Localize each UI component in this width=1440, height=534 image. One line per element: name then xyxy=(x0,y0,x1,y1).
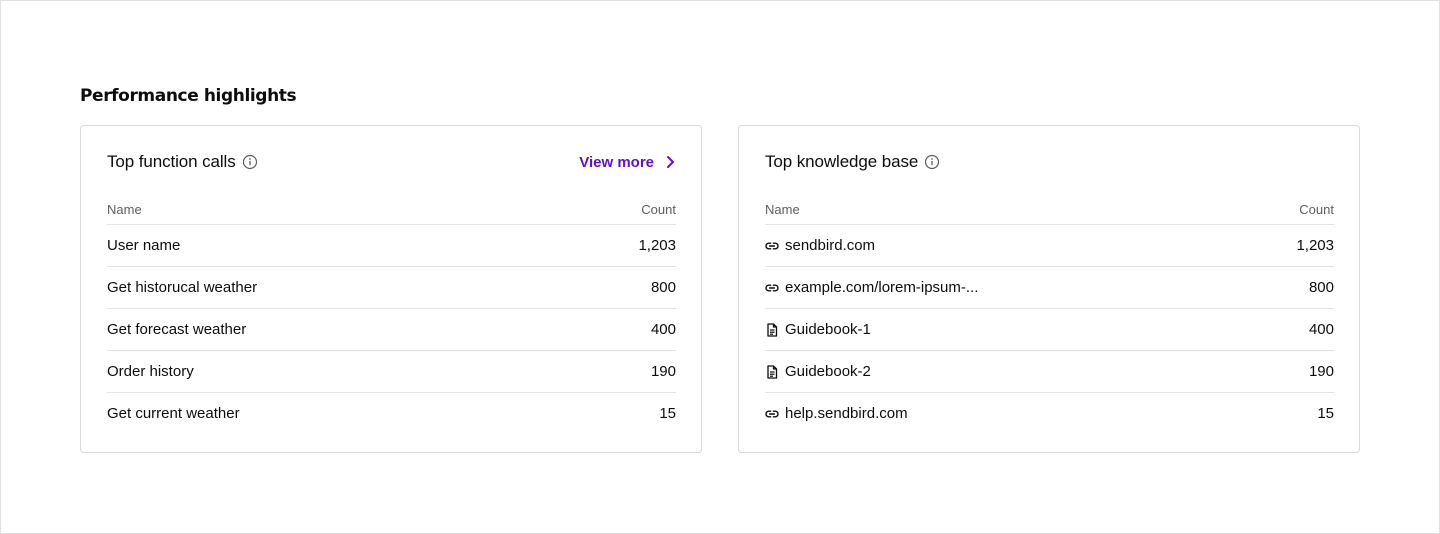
function-calls-table: Name Count User name 1,203 Get historuca… xyxy=(107,194,676,434)
card-title-wrap: Top function calls xyxy=(107,152,258,172)
row-count: 190 xyxy=(650,363,676,380)
table-row: Get historucal weather 800 xyxy=(107,267,676,309)
link-icon xyxy=(764,280,780,296)
table-header: Name Count xyxy=(765,194,1334,225)
section-title: Performance highlights xyxy=(80,86,297,106)
table-row: Guidebook-2 190 xyxy=(765,351,1334,393)
card-title: Top knowledge base xyxy=(765,152,919,171)
column-header-name: Name xyxy=(765,201,800,217)
row-name: Order history xyxy=(107,363,194,380)
row-count: 15 xyxy=(1317,405,1334,422)
info-icon[interactable] xyxy=(242,154,258,170)
view-more-label: View more xyxy=(579,153,654,171)
row-count: 800 xyxy=(650,279,676,296)
table-row: sendbird.com 1,203 xyxy=(765,225,1334,267)
row-count: 800 xyxy=(1308,279,1334,296)
table-row: example.com/lorem-ipsum-... 800 xyxy=(765,267,1334,309)
knowledge-base-table: Name Count sendbird.com 1,203 example.co… xyxy=(765,194,1334,434)
column-header-count: Count xyxy=(1299,201,1334,217)
table-row: User name 1,203 xyxy=(107,225,676,267)
table-row: Guidebook-1 400 xyxy=(765,309,1334,351)
top-knowledge-base-card: Top knowledge base Name Count sendbird.c… xyxy=(738,125,1360,453)
row-count: 1,203 xyxy=(638,237,676,254)
table-header: Name Count xyxy=(107,194,676,225)
link-icon xyxy=(764,406,780,422)
row-name-cell: example.com/lorem-ipsum-... xyxy=(765,279,978,296)
table-row: help.sendbird.com 15 xyxy=(765,393,1334,434)
row-count: 400 xyxy=(1308,321,1334,338)
row-name: Get forecast weather xyxy=(107,321,247,338)
row-name: Guidebook-2 xyxy=(785,363,871,380)
view-more-link[interactable]: View more xyxy=(579,154,678,171)
table-row: Get forecast weather 400 xyxy=(107,309,676,351)
cards-container: Top function calls View more Name Count … xyxy=(80,125,1361,453)
row-name: example.com/lorem-ipsum-... xyxy=(785,279,979,296)
link-icon xyxy=(764,238,780,254)
row-name: User name xyxy=(107,237,181,254)
card-title-wrap: Top knowledge base xyxy=(765,152,940,172)
row-name-cell: Guidebook-2 xyxy=(765,363,871,380)
table-row: Get current weather 15 xyxy=(107,393,676,434)
row-name: Get historucal weather xyxy=(107,279,258,296)
info-icon[interactable] xyxy=(924,154,940,170)
row-count: 15 xyxy=(659,405,676,422)
performance-highlights-section: Performance highlights Top function call… xyxy=(80,82,1361,453)
row-name: sendbird.com xyxy=(785,237,876,254)
document-icon xyxy=(764,322,780,338)
table-row: Order history 190 xyxy=(107,351,676,393)
row-name-cell: Guidebook-1 xyxy=(765,321,871,338)
column-header-count: Count xyxy=(641,201,676,217)
row-name: Get current weather xyxy=(107,405,240,422)
card-title: Top function calls xyxy=(107,152,236,171)
top-function-calls-card: Top function calls View more Name Count … xyxy=(80,125,702,453)
card-header: Top function calls View more xyxy=(107,126,676,198)
column-header-name: Name xyxy=(107,201,142,217)
row-name-cell: sendbird.com xyxy=(765,237,875,254)
row-count: 190 xyxy=(1308,363,1334,380)
card-header: Top knowledge base xyxy=(765,126,1334,198)
document-icon xyxy=(764,364,780,380)
row-name: help.sendbird.com xyxy=(785,405,908,422)
chevron-right-icon xyxy=(662,154,678,170)
row-name: Guidebook-1 xyxy=(785,321,871,338)
row-name-cell: help.sendbird.com xyxy=(765,405,908,422)
row-count: 1,203 xyxy=(1296,237,1334,254)
row-count: 400 xyxy=(650,321,676,338)
